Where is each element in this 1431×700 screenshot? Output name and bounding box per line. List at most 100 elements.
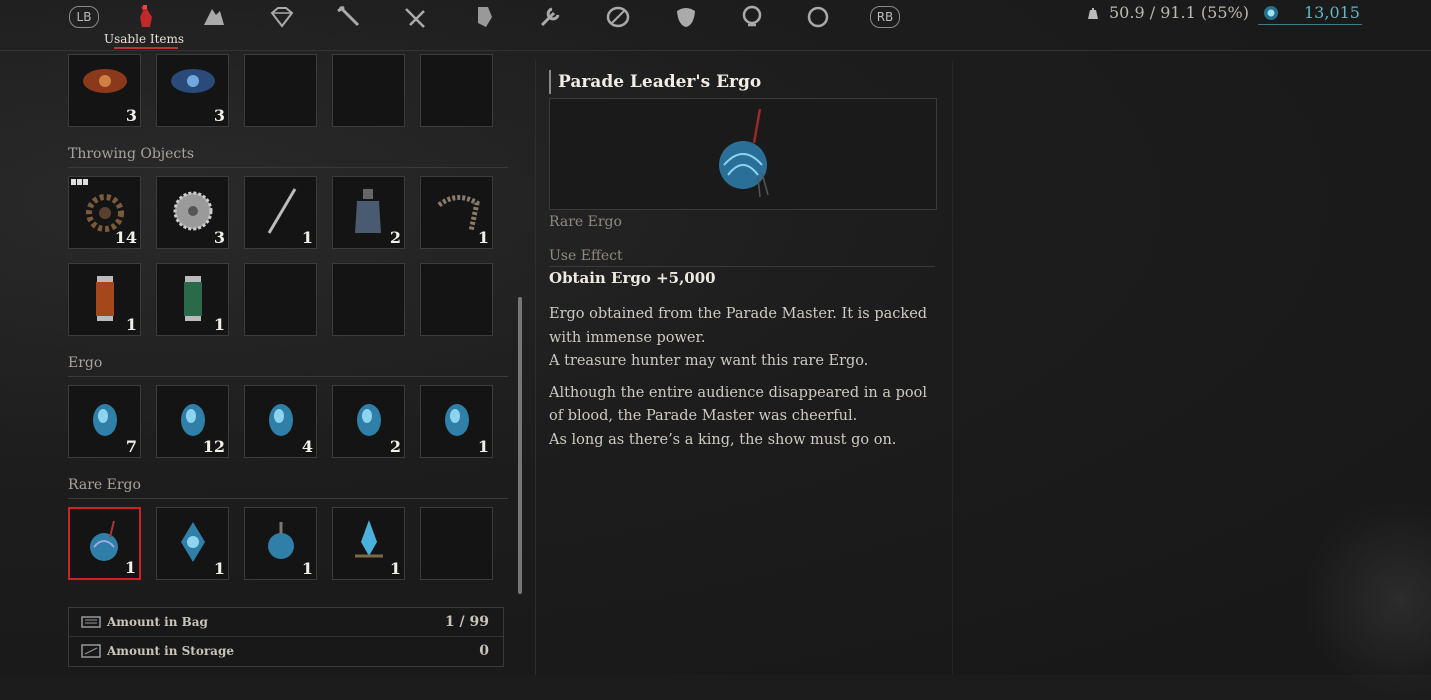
- tab-head[interactable]: [734, 2, 770, 32]
- section-title-throwing-objects: Throwing Objects: [68, 141, 508, 168]
- amount-in-bag-label: Amount in Bag: [107, 615, 208, 629]
- throwing-row-2: 1 1: [68, 263, 508, 336]
- amount-panel: Amount in Bag 1 / 99 Amount in Storage 0: [68, 607, 504, 667]
- rb-button[interactable]: RB: [870, 6, 900, 28]
- item-quantity: 1: [477, 437, 489, 456]
- item-quantity: 1: [389, 559, 401, 578]
- sawblade-icon: [173, 191, 213, 231]
- item-slot[interactable]: 1: [156, 507, 229, 580]
- tab-arm[interactable]: [466, 2, 502, 32]
- mask-icon: [677, 8, 695, 27]
- weight-value: 50.9 / 91.1 (55%): [1109, 3, 1249, 22]
- description-line: Although the entire audience disappeared…: [549, 384, 927, 425]
- item-slot[interactable]: 3: [156, 54, 229, 127]
- head-icon: [742, 5, 762, 27]
- item-slot[interactable]: 7: [68, 385, 141, 458]
- item-slot[interactable]: 1: [420, 176, 493, 249]
- ergo-crystal-icon: [93, 404, 117, 436]
- item-description: Ergo obtained from the Parade Master. It…: [549, 303, 939, 452]
- item-detail-panel: Parade Leader's Ergo Rare Ergo Use Effec…: [549, 70, 939, 460]
- item-quantity: 1: [301, 228, 313, 247]
- gauntlet-icon: [478, 7, 492, 27]
- item-quantity: 1: [125, 315, 137, 334]
- ergo-crystal-icon: [357, 404, 381, 436]
- item-slot[interactable]: 3: [156, 176, 229, 249]
- tab-weapons-sword[interactable]: [398, 2, 434, 32]
- item-slot[interactable]: 3: [68, 54, 141, 127]
- empty-slot[interactable]: [244, 263, 317, 336]
- item-slot[interactable]: 1: [156, 263, 229, 336]
- inventory-scrollbar[interactable]: [518, 297, 522, 594]
- item-quantity: 1: [477, 228, 489, 247]
- item-quantity: 1: [213, 559, 225, 578]
- ergo-row: 7 12 4 2 1: [68, 385, 508, 458]
- throwing-knife-icon: [267, 188, 297, 234]
- tab-defense[interactable]: [600, 2, 636, 32]
- panel-divider: [535, 60, 536, 675]
- weight-icon: [1088, 7, 1098, 19]
- flask-bomb-icon: [355, 189, 381, 233]
- item-quantity: 3: [213, 228, 225, 247]
- ergo-icon: [1264, 5, 1278, 20]
- rare-ergo-row: 1 1 1 1: [68, 507, 508, 580]
- item-quantity: 14: [114, 228, 137, 247]
- amount-in-bag-row: Amount in Bag 1 / 99: [69, 608, 503, 636]
- use-effect-value: Obtain Ergo +5,000: [549, 269, 716, 287]
- item-slot[interactable]: 1: [244, 507, 317, 580]
- item-quantity: 7: [125, 437, 137, 456]
- item-quantity: 12: [202, 437, 225, 456]
- item-quantity: 3: [213, 106, 225, 125]
- amount-in-storage-label: Amount in Storage: [107, 644, 234, 658]
- item-slot[interactable]: 1: [244, 176, 317, 249]
- rare-ergo-icon: [355, 520, 383, 558]
- ergo-underline: [1258, 24, 1362, 25]
- empty-slot[interactable]: [420, 507, 493, 580]
- tab-tools[interactable]: [532, 2, 568, 32]
- crafting-icon: [204, 9, 224, 25]
- item-rarity: Rare Ergo: [549, 214, 622, 230]
- empty-slot[interactable]: [244, 54, 317, 127]
- item-quantity: 2: [389, 228, 401, 247]
- item-slot[interactable]: 2: [332, 385, 405, 458]
- tab-usable-items[interactable]: [128, 2, 164, 32]
- item-quantity: 1: [213, 315, 225, 334]
- description-line: A treasure hunter may want this rare Erg…: [549, 353, 869, 369]
- item-slot[interactable]: 1: [420, 385, 493, 458]
- sword-icon: [405, 8, 425, 28]
- empty-slot[interactable]: [420, 54, 493, 127]
- item-quantity: 4: [301, 437, 313, 456]
- item-quantity: 1: [124, 558, 136, 577]
- tab-crafting[interactable]: [196, 2, 232, 32]
- active-tab-underline: [114, 47, 178, 49]
- amount-in-bag-value: 1 / 99: [444, 614, 489, 630]
- throwing-row-1: 14 3 1 2 1: [68, 176, 508, 249]
- bag-icon: [81, 616, 101, 628]
- dagger-icon: [337, 5, 360, 27]
- tab-gems[interactable]: [264, 2, 300, 32]
- item-slot[interactable]: 2: [332, 176, 405, 249]
- tab-masks[interactable]: [668, 2, 704, 32]
- ergo-value: 13,015: [1304, 3, 1360, 22]
- empty-slot[interactable]: [420, 263, 493, 336]
- empty-slot[interactable]: [332, 54, 405, 127]
- item-slot[interactable]: 4: [244, 385, 317, 458]
- description-line: Ergo obtained from the Parade Master. It…: [549, 306, 928, 346]
- empty-slot[interactable]: [332, 263, 405, 336]
- top-nav-bar: LB RB Usable Items 50.9 / 91.1 (55%) 13,…: [0, 0, 1431, 51]
- item-slot-selected[interactable]: 1: [68, 507, 141, 580]
- item-slot[interactable]: 1: [68, 263, 141, 336]
- item-slot[interactable]: 14: [68, 176, 141, 249]
- amount-in-storage-row: Amount in Storage 0: [69, 636, 503, 665]
- item-slot[interactable]: 1: [332, 507, 405, 580]
- ring-icon: [807, 6, 829, 28]
- wrench-icon: [540, 7, 560, 27]
- tab-rings[interactable]: [800, 2, 836, 32]
- top-row: 3 3: [68, 54, 508, 127]
- section-title-rare-ergo: Rare Ergo: [68, 472, 508, 499]
- lb-button[interactable]: LB: [69, 6, 99, 28]
- item-slot[interactable]: 12: [156, 385, 229, 458]
- throwing-item-icon: [83, 69, 127, 93]
- tab-weapons-dagger[interactable]: [330, 2, 366, 32]
- panel-divider: [952, 60, 953, 675]
- item-quantity: 3: [125, 106, 137, 125]
